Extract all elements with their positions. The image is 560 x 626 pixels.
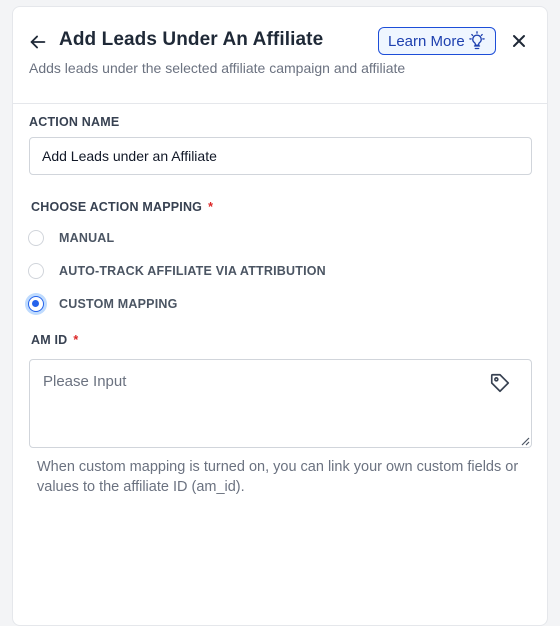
radio-button-selected[interactable] bbox=[28, 296, 44, 312]
am-id-input[interactable]: Please Input bbox=[29, 359, 532, 448]
radio-option-auto-track[interactable]: AUTO-TRACK AFFILIATE VIA ATTRIBUTION bbox=[28, 260, 326, 282]
am-id-helper-text: When custom mapping is turned on, you ca… bbox=[37, 459, 519, 495]
radio-option-manual[interactable]: MANUAL bbox=[28, 227, 114, 249]
mapping-label-text: CHOOSE ACTION MAPPING bbox=[31, 200, 203, 214]
radio-label: CUSTOM MAPPING bbox=[59, 297, 178, 311]
required-mark: * bbox=[73, 333, 79, 347]
radio-option-custom-mapping[interactable]: CUSTOM MAPPING bbox=[28, 293, 178, 315]
learn-more-label: Learn More bbox=[388, 32, 465, 50]
learn-more-button[interactable]: Learn More bbox=[378, 27, 496, 55]
page-title: Add Leads Under An Affiliate bbox=[59, 29, 324, 50]
close-icon[interactable] bbox=[509, 31, 529, 51]
action-name-label: ACTION NAME bbox=[29, 115, 120, 129]
am-id-label-text: AM ID bbox=[31, 333, 68, 347]
arrow-left-icon[interactable] bbox=[27, 31, 49, 53]
lightbulb-icon bbox=[469, 31, 485, 50]
radio-button[interactable] bbox=[28, 230, 44, 246]
radio-button[interactable] bbox=[28, 263, 44, 279]
panel-header: Add Leads Under An Affiliate Learn More … bbox=[13, 7, 547, 104]
am-id-label: AM ID * bbox=[31, 333, 79, 347]
mapping-label: CHOOSE ACTION MAPPING * bbox=[31, 200, 213, 214]
tag-icon[interactable] bbox=[489, 372, 511, 394]
action-panel: Add Leads Under An Affiliate Learn More … bbox=[12, 6, 548, 626]
radio-label: MANUAL bbox=[59, 231, 115, 245]
radio-label: AUTO-TRACK AFFILIATE VIA ATTRIBUTION bbox=[59, 264, 326, 278]
page-subtitle: Adds leads under the selected affiliate … bbox=[29, 60, 406, 76]
am-id-placeholder: Please Input bbox=[43, 373, 127, 390]
resize-handle-icon[interactable] bbox=[520, 436, 530, 446]
action-name-input[interactable]: Add Leads under an Affiliate bbox=[29, 137, 532, 175]
required-mark: * bbox=[208, 200, 214, 214]
